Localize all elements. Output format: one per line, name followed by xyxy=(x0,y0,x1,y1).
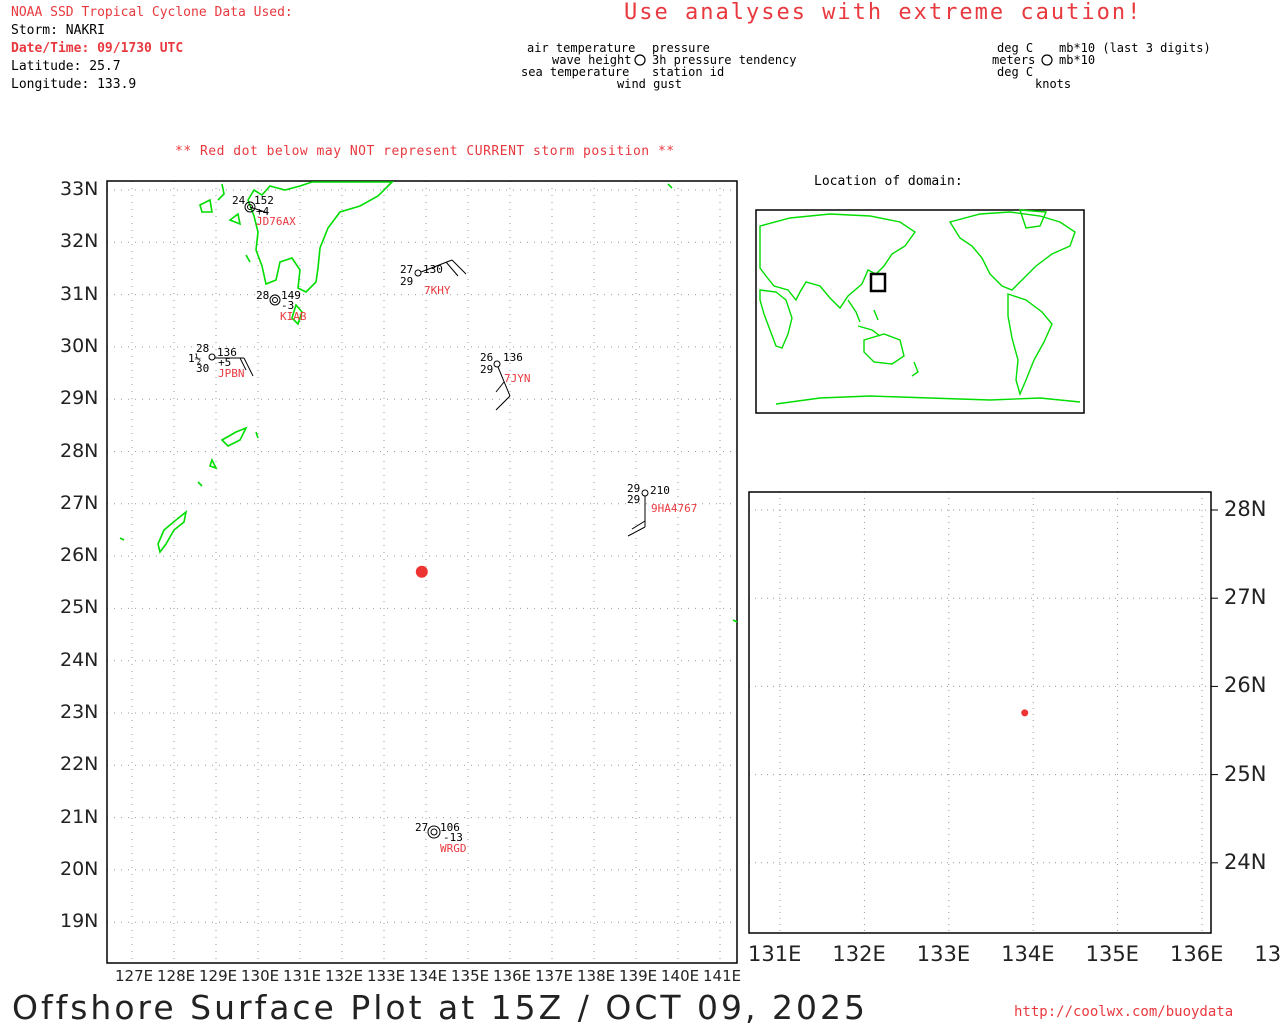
main-lon-label: 130E xyxy=(241,967,280,985)
zoom-lat-label: 26N xyxy=(1224,673,1267,698)
main-lon-label: 141E xyxy=(703,967,742,985)
station-kiab-id: KIAB xyxy=(280,310,307,323)
main-lon-label: 128E xyxy=(157,967,196,985)
main-lon-label: 129E xyxy=(199,967,238,985)
main-lon-label: 136E xyxy=(493,967,532,985)
main-lon-label: 139E xyxy=(619,967,658,985)
main-lat-label: 32N xyxy=(60,230,99,253)
station-9ha4767-id: 9HA4767 xyxy=(651,502,698,515)
zoom-lon-label: 137E xyxy=(1254,942,1280,966)
zoom-lat-label: 25N xyxy=(1224,761,1267,786)
main-lon-label: 132E xyxy=(325,967,364,985)
source-url-link[interactable]: http://coolwx.com/buoydata xyxy=(1014,1004,1233,1020)
main-lat-label: 33N xyxy=(60,178,99,200)
station-jd76ax-air: 24 xyxy=(232,194,246,207)
station-9ha4767-pressure: 210 xyxy=(650,484,670,497)
zoom-lat-label: 24N xyxy=(1224,849,1267,874)
zoom-lon-label: 131E xyxy=(748,942,802,966)
main-lat-label: 20N xyxy=(60,857,99,880)
main-lon-label: 138E xyxy=(577,967,616,985)
main-lat-label: 25N xyxy=(60,596,99,619)
legend-station-circle-icon xyxy=(634,54,646,66)
plot-title: Offshore Surface Plot at 15Z / OCT 09, 2… xyxy=(12,988,868,1027)
station-jpbn-id: JPBN xyxy=(218,367,245,380)
main-lat-label: 31N xyxy=(60,282,99,305)
main-lat-label: 19N xyxy=(60,910,99,933)
main-lat-label: 23N xyxy=(60,701,99,723)
main-lat-label: 24N xyxy=(60,648,99,671)
main-lon-label: 137E xyxy=(535,967,574,985)
station-7khy-sea: 29 xyxy=(400,275,414,288)
main-lat-label: 27N xyxy=(60,491,99,514)
main-lon-label: 135E xyxy=(451,967,490,985)
zoom-map-frame xyxy=(748,491,1212,934)
main-lon-label: 133E xyxy=(367,967,406,985)
zoom-lon-label: 133E xyxy=(916,942,971,966)
main-lon-label: 127E xyxy=(115,967,154,985)
zoom-lon-label: 135E xyxy=(1085,942,1139,966)
main-lon-label: 131E xyxy=(283,967,322,985)
station-7khy-id: 7KHY xyxy=(424,284,451,297)
station-plots xyxy=(208,201,649,839)
zoom-lon-label: 134E xyxy=(1001,942,1055,966)
zoom-map-grid xyxy=(749,492,1218,933)
main-lat-label: 29N xyxy=(60,387,99,410)
main-lat-label: 21N xyxy=(60,805,99,828)
main-lat-label: 28N xyxy=(60,439,99,462)
zoom-lat-label: 27N xyxy=(1224,585,1267,610)
main-lon-label: 134E xyxy=(409,967,448,985)
station-wrgd-id: WRGD xyxy=(440,842,467,855)
zoom-lon-label: 136E xyxy=(1170,942,1224,966)
station-7jyn-sea: 29 xyxy=(480,363,494,376)
station-kiab xyxy=(269,294,281,306)
main-lat-label: 26N xyxy=(60,544,99,567)
main-lat-label: 30N xyxy=(60,334,99,357)
station-wrgd xyxy=(427,825,441,839)
main-lon-label: 140E xyxy=(661,967,700,985)
station-7jyn-pressure: 136 xyxy=(503,351,523,364)
station-wrgd-air: 27 xyxy=(415,821,429,834)
station-7jyn-id: 7JYN xyxy=(504,372,531,385)
legend-units-circle-icon xyxy=(1041,54,1053,66)
station-7khy-pressure: 130 xyxy=(423,263,443,276)
map-canvas xyxy=(106,54,1218,964)
main-lat-label: 22N xyxy=(60,753,99,776)
zoom-lon-label: 132E xyxy=(832,942,886,966)
storm-position-marker xyxy=(415,565,428,578)
station-jpbn-sea: 30 xyxy=(196,362,210,375)
station-kiab-air: 28 xyxy=(256,289,270,302)
zoom-lat-label: 28N xyxy=(1224,497,1267,521)
station-jd76ax-id: JD76AX xyxy=(256,215,296,228)
station-7jyn xyxy=(493,360,511,411)
zoom-storm-position-marker xyxy=(1021,709,1029,717)
station-9ha4767-sea: 29 xyxy=(627,493,641,506)
location-inset-frame xyxy=(755,209,1085,414)
